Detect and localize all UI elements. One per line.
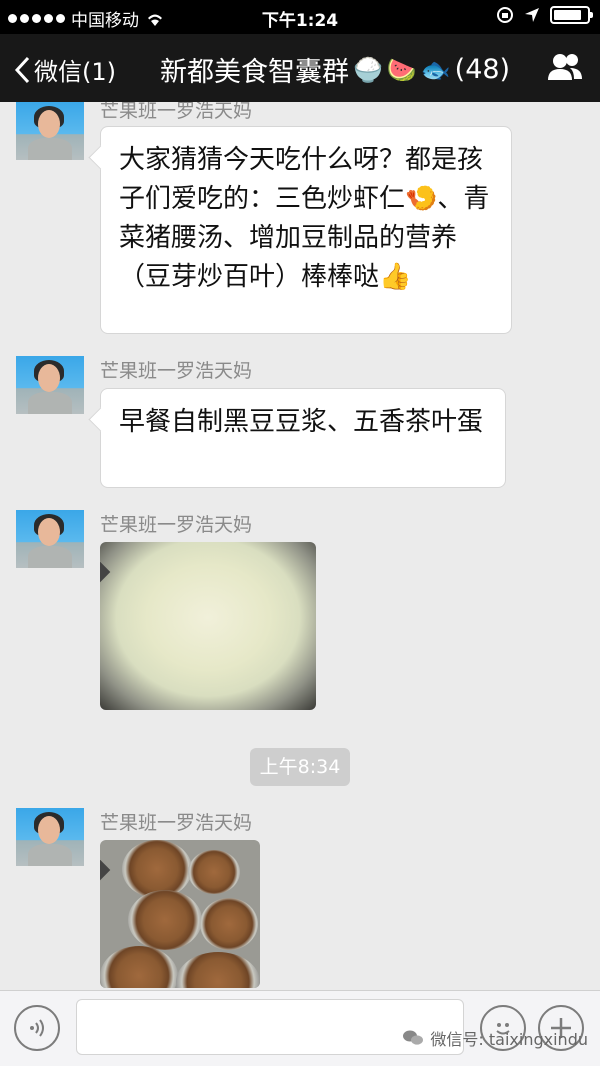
avatar[interactable]: [16, 356, 84, 414]
avatar[interactable]: [16, 808, 84, 866]
chat-header: 微信(1) 新都美食智囊群 🍚 🍉 🐟 (48): [0, 34, 600, 102]
image-message-soy-milk[interactable]: [100, 542, 316, 710]
rice-emoji: 🍚: [353, 55, 383, 84]
message-list[interactable]: 芒果班一罗浩天妈 大家猜猜今天吃什么呀？都是孩子们爱吃的：三色炒虾仁🍤、青菜猪腰…: [0, 102, 600, 990]
egg-bowl: [122, 840, 192, 898]
sender-name: 芒果班一罗浩天妈: [100, 514, 253, 536]
group-members-icon: [548, 54, 582, 80]
back-button[interactable]: 微信(1): [14, 52, 116, 87]
status-bar: 中国移动 下午1:24: [0, 0, 600, 34]
member-count: (48): [454, 54, 511, 85]
sender-name: 芒果班一罗浩天妈: [100, 812, 253, 834]
rotation-lock-icon: [497, 7, 513, 23]
back-label: 微信(1): [34, 58, 116, 86]
egg-bowl: [200, 898, 258, 950]
egg-bowl: [128, 890, 202, 950]
sender-name: 芒果班一罗浩天妈: [100, 102, 253, 122]
watermelon-emoji: 🍉: [386, 55, 417, 84]
group-members-button[interactable]: [546, 52, 584, 86]
voice-button[interactable]: [14, 1005, 60, 1051]
message-bubble[interactable]: 早餐自制黑豆豆浆、五香茶叶蛋: [100, 388, 506, 488]
watermark-text: 微信号: taixingxindu: [430, 1030, 588, 1049]
egg-bowl: [100, 946, 178, 988]
status-right: [496, 6, 593, 24]
image-message-tea-eggs[interactable]: [100, 840, 260, 988]
wechat-logo-icon: [403, 1030, 424, 1045]
time-divider: 上午8:34: [250, 748, 350, 786]
battery-icon: [550, 6, 593, 24]
message-bubble[interactable]: 大家猜猜今天吃什么呀？都是孩子们爱吃的：三色炒虾仁🍤、青菜猪腰汤、增加豆制品的营…: [100, 126, 512, 334]
avatar[interactable]: [16, 102, 84, 160]
voice-icon: [30, 1019, 44, 1037]
sender-name: 芒果班一罗浩天妈: [100, 360, 253, 382]
wechat-watermark: 微信号: taixingxindu: [402, 1026, 588, 1050]
battery-level: [554, 10, 582, 20]
egg-bowl: [176, 952, 260, 988]
location-icon: [525, 8, 539, 22]
chat-title: 新都美食智囊群 🍚 🍉 🐟 (48): [160, 50, 510, 89]
chevron-left-icon: [14, 56, 30, 83]
egg-bowl: [188, 850, 240, 894]
avatar[interactable]: [16, 510, 84, 568]
group-name: 新都美食智囊群: [160, 57, 349, 88]
fish-emoji: 🐟: [420, 55, 451, 84]
